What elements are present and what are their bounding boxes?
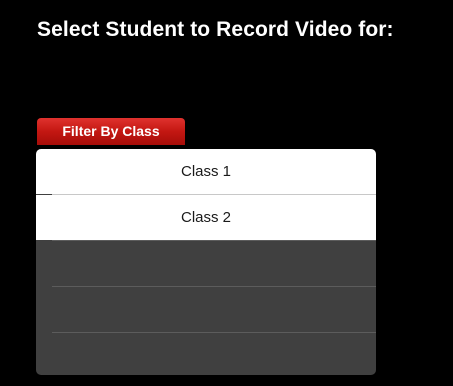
class-option-2[interactable]: Class 2	[36, 195, 376, 240]
page-title: Select Student to Record Video for:	[37, 18, 394, 41]
class-list: Class 1 Class 2	[36, 149, 376, 375]
empty-row	[36, 241, 376, 286]
class-filter-popover: Class 1 Class 2	[36, 149, 376, 375]
class-option-1[interactable]: Class 1	[36, 149, 376, 194]
empty-row	[36, 333, 376, 375]
empty-row	[36, 287, 376, 332]
filter-by-class-button[interactable]: Filter By Class	[37, 118, 185, 145]
